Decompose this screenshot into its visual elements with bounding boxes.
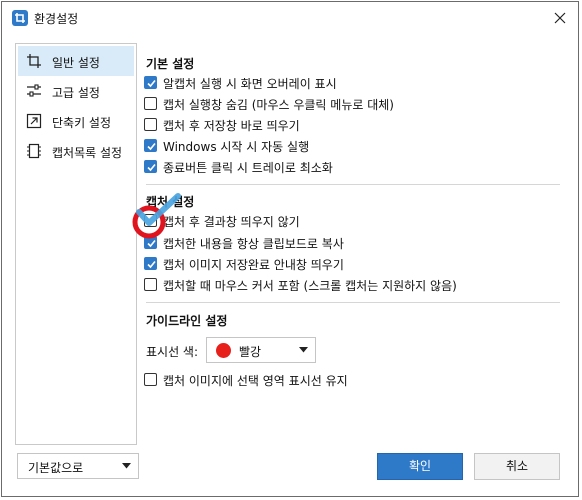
section-title-capture: 캡처 설정 <box>146 195 195 209</box>
section-divider <box>146 302 560 303</box>
checkbox-checked[interactable] <box>144 257 157 270</box>
close-button[interactable] <box>550 8 570 28</box>
chevron-down-icon <box>299 347 308 353</box>
checkbox-unchecked[interactable] <box>144 97 157 110</box>
window-title: 환경설정 <box>34 12 79 26</box>
sidebar-item-label: 캡처목록 설정 <box>52 146 123 160</box>
sidebar-item-advanced[interactable]: 고급 설정 <box>18 76 134 106</box>
option-label: 종료버튼 클릭 시 트레이로 최소화 <box>163 161 333 175</box>
section-title-basic: 기본 설정 <box>146 57 195 71</box>
section-divider <box>146 184 560 185</box>
settings-dialog: 환경설정 일반 설정 고급 설정 단축키 설정 캡처목록 설정 기본 설정 알캡… <box>1 1 579 497</box>
sidebar-item-label: 단축키 설정 <box>52 116 112 130</box>
checkbox-checked[interactable] <box>144 139 157 152</box>
defaults-label: 기본값으로 <box>28 461 84 475</box>
option-label: 알캡처 실행 시 화면 오버레이 표시 <box>163 77 337 91</box>
option-label: Windows 시작 시 자동 실행 <box>163 140 310 154</box>
option-label: 캡처 후 결과창 띄우지 않기 <box>163 215 300 229</box>
checkbox-checked[interactable] <box>144 76 157 89</box>
checkbox-unchecked[interactable] <box>144 278 157 291</box>
guide-color-label: 표시선 색: <box>146 345 199 359</box>
sidebar-item-label: 일반 설정 <box>52 56 100 70</box>
sliders-icon <box>26 83 42 99</box>
defaults-dropdown[interactable]: 기본값으로 <box>17 453 139 479</box>
sidebar-item-capture-list[interactable]: 캡처목록 설정 <box>18 136 134 166</box>
close-icon <box>554 12 566 24</box>
option-label: 캡처 이미지에 선택 영역 표시선 유지 <box>163 374 348 388</box>
color-swatch <box>216 343 231 358</box>
list-icon <box>26 143 42 159</box>
option-label: 캡처 실행창 숨김 (마우스 우클릭 메뉴로 대체) <box>163 98 394 112</box>
chevron-down-icon <box>122 463 131 469</box>
checkbox-checked[interactable] <box>144 160 157 173</box>
checkbox-unchecked[interactable] <box>144 214 157 227</box>
settings-sidebar: 일반 설정 고급 설정 단축키 설정 캡처목록 설정 <box>15 43 137 445</box>
crop-icon <box>26 53 42 69</box>
checkbox-unchecked[interactable] <box>144 118 157 131</box>
option-label: 캡처 이미지 저장완료 안내창 띄우기 <box>163 258 344 272</box>
shortcut-icon <box>26 113 42 129</box>
sidebar-item-general[interactable]: 일반 설정 <box>18 46 134 76</box>
title-bar: 환경설정 <box>2 2 578 34</box>
sidebar-item-shortcuts[interactable]: 단축키 설정 <box>18 106 134 136</box>
sidebar-item-label: 고급 설정 <box>52 86 100 100</box>
checkbox-unchecked[interactable] <box>144 373 157 386</box>
option-label: 캡처 후 저장창 바로 띄우기 <box>163 119 300 133</box>
guide-color-dropdown[interactable]: 빨강 <box>206 337 316 363</box>
option-label: 캡처한 내용을 항상 클립보드로 복사 <box>163 237 344 251</box>
app-icon <box>12 10 28 26</box>
section-title-guide: 가이드라인 설정 <box>146 314 228 328</box>
option-label: 캡처할 때 마우스 커서 포함 (스크롤 캡처는 지원하지 않음) <box>163 279 457 293</box>
guide-color-value: 빨강 <box>239 345 262 359</box>
cancel-button[interactable]: 취소 <box>474 453 560 480</box>
ok-button[interactable]: 확인 <box>377 453 463 480</box>
checkbox-checked[interactable] <box>144 236 157 249</box>
